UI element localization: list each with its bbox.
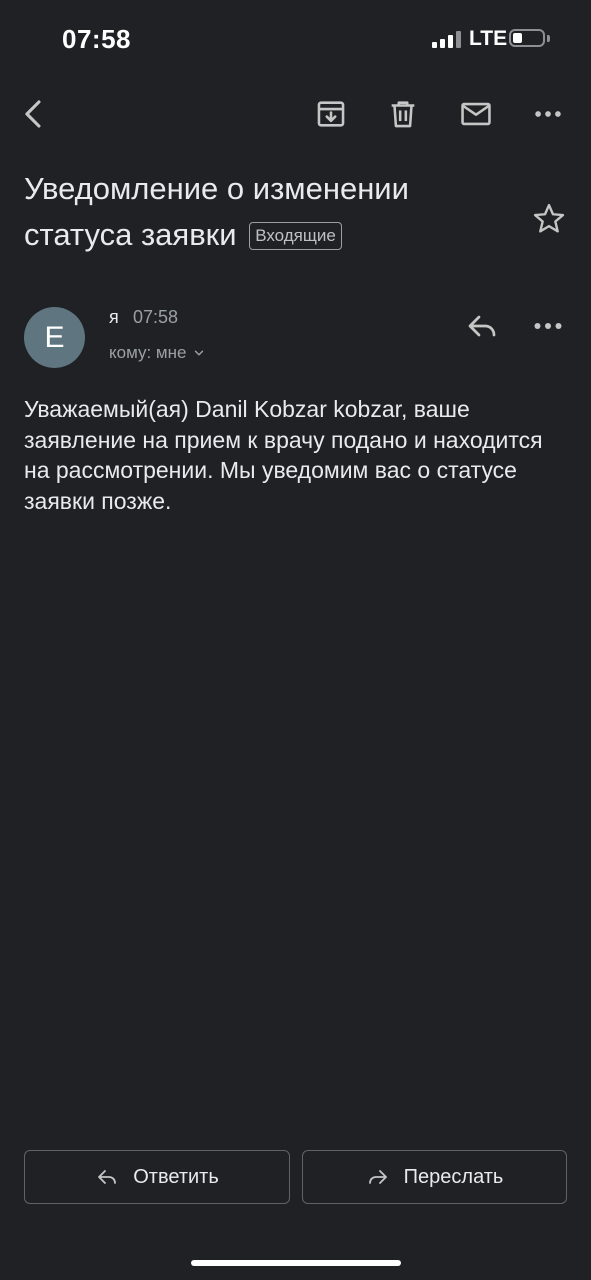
email-subject: Уведомление о изменении статуса заявки В…: [24, 166, 494, 258]
reply-button[interactable]: Ответить: [24, 1150, 290, 1204]
forward-icon: [368, 1170, 387, 1184]
home-indicator[interactable]: [191, 1260, 401, 1266]
signal-icon: [432, 30, 462, 48]
status-time: 07:58: [62, 24, 131, 54]
forward-button[interactable]: Переслать: [302, 1150, 567, 1204]
battery-icon: [509, 29, 545, 47]
subject-text: Уведомление о изменении статуса заявки: [24, 171, 409, 252]
archive-icon[interactable]: [311, 94, 351, 134]
message-more-icon[interactable]: [528, 308, 568, 344]
recipients-toggle[interactable]: кому: мне: [109, 343, 206, 363]
chevron-down-icon: [195, 350, 204, 356]
mail-icon[interactable]: [456, 94, 496, 134]
reply-icon: [98, 1170, 117, 1184]
email-body: Уважаемый(ая) Danil Kobzar kobzar, ваше …: [24, 396, 543, 514]
recipients-text: кому: мне: [109, 343, 187, 362]
inbox-label-chip[interactable]: Входящие: [249, 222, 342, 250]
trash-icon[interactable]: [383, 94, 423, 134]
avatar[interactable]: E: [24, 307, 85, 368]
reply-icon[interactable]: [462, 308, 502, 344]
more-icon[interactable]: [528, 94, 568, 134]
sent-time: 07:58: [133, 307, 179, 327]
sender-name[interactable]: я: [109, 307, 119, 328]
star-icon[interactable]: [530, 200, 568, 238]
forward-button-label: Переслать: [403, 1165, 504, 1188]
back-icon[interactable]: [14, 94, 54, 134]
reply-button-label: Ответить: [133, 1165, 219, 1188]
battery-tip: [547, 35, 550, 42]
network-type: LTE: [469, 27, 508, 50]
